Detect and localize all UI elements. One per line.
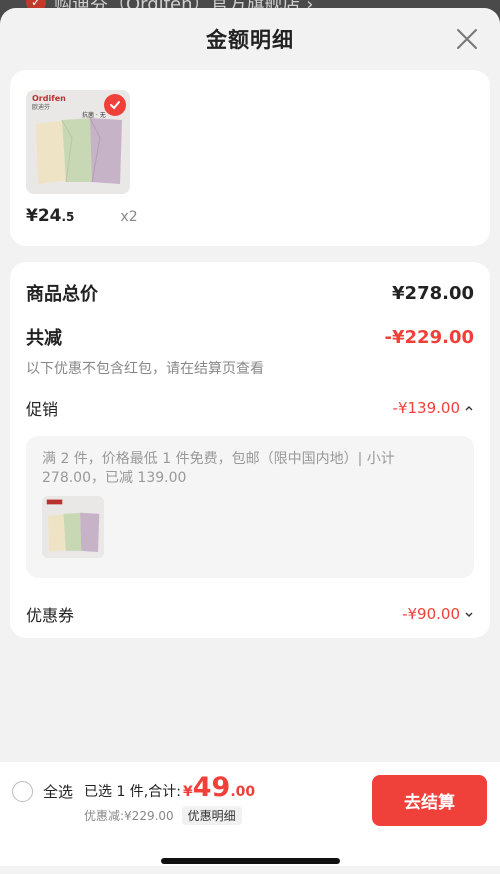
checkout-bar: 全选 已选 1 件,合计: ¥ 49 .00 优惠减:¥229.00 优惠明细 …: [0, 762, 500, 866]
sheet-header: 金额明细: [0, 8, 500, 70]
checkout-button[interactable]: 去结算: [372, 775, 487, 826]
product-unit-price: ¥24.5: [26, 206, 75, 226]
select-all-toggle[interactable]: 全选: [12, 781, 73, 802]
sheet-title: 金额明细: [206, 28, 294, 52]
coupon-value: -¥90.00: [402, 605, 474, 623]
selected-count-text: 已选 1 件,合计:: [84, 784, 181, 800]
order-summary: 已选 1 件,合计: ¥ 49 .00 优惠减:¥229.00 优惠明细: [84, 774, 255, 825]
total-amount-decimal: .00: [230, 784, 256, 800]
promotion-row[interactable]: 促销 -¥139.00: [26, 396, 474, 420]
promotion-product-image: [42, 496, 104, 558]
total-amount-integer: 49: [192, 772, 231, 803]
goods-total-label: 商品总价: [26, 284, 98, 305]
promotion-label: 促销: [26, 400, 59, 419]
close-icon[interactable]: [456, 28, 478, 50]
total-reduction-value: -¥229.00: [384, 326, 474, 348]
product-quantity: x2: [120, 209, 138, 225]
promotion-value: -¥139.00: [393, 399, 474, 417]
goods-total-row: 商品总价 ¥278.00: [26, 280, 474, 306]
home-indicator: [161, 858, 340, 864]
reduction-summary: 优惠减:¥229.00 优惠明细: [84, 806, 255, 825]
product-card: Ordifen 欧迪芬 抗菌 · 无 ¥24.5 x2: [10, 70, 490, 246]
promotion-product-thumbnail: [42, 496, 104, 558]
discount-note: 以下优惠不包含红包，请在结算页查看: [26, 361, 264, 377]
page: ✓ 购迪芬（Ordifen）官方旗舰店 › 金额明细 Ordifen: [0, 0, 500, 874]
total-reduction-label: 共减: [26, 328, 62, 349]
amount-detail-sheet: 金额明细 Ordifen 欧迪芬 抗菌 · 无 ¥24.5 x2 商品总价 ¥2…: [0, 8, 500, 874]
total-currency: ¥: [182, 784, 193, 800]
total-reduction-row: 共减 -¥229.00: [26, 324, 474, 350]
selected-check-icon: [104, 94, 126, 116]
product-brand-logo: Ordifen 欧迪芬: [32, 94, 66, 111]
coupon-label: 优惠券: [26, 606, 75, 625]
product-tag: 抗菌 · 无: [82, 112, 106, 119]
select-all-radio[interactable]: [12, 781, 33, 802]
promotion-detail-box: 满 2 件，价格最低 1 件免费，包邮（限中国内地）| 小计 278.00，已减…: [26, 436, 474, 578]
select-all-label: 全选: [43, 783, 74, 801]
promotion-description: 满 2 件，价格最低 1 件免费，包邮（限中国内地）| 小计 278.00，已减…: [42, 451, 395, 486]
reduced-amount-text: 优惠减:¥229.00: [84, 809, 174, 823]
chevron-up-icon: [465, 406, 473, 411]
amount-breakdown-card: 商品总价 ¥278.00 共减 -¥229.00 以下优惠不包含红包，请在结算页…: [10, 262, 490, 638]
coupon-row[interactable]: 优惠券 -¥90.00: [26, 602, 474, 626]
order-total-line: 已选 1 件,合计: ¥ 49 .00: [84, 774, 255, 802]
goods-total-value: ¥278.00: [392, 282, 474, 304]
product-thumbnail[interactable]: Ordifen 欧迪芬 抗菌 · 无: [26, 90, 130, 194]
discount-detail-button[interactable]: 优惠明细: [181, 806, 242, 825]
chevron-down-icon: [465, 612, 473, 617]
product-price-row: ¥24.5 x2: [26, 206, 474, 226]
